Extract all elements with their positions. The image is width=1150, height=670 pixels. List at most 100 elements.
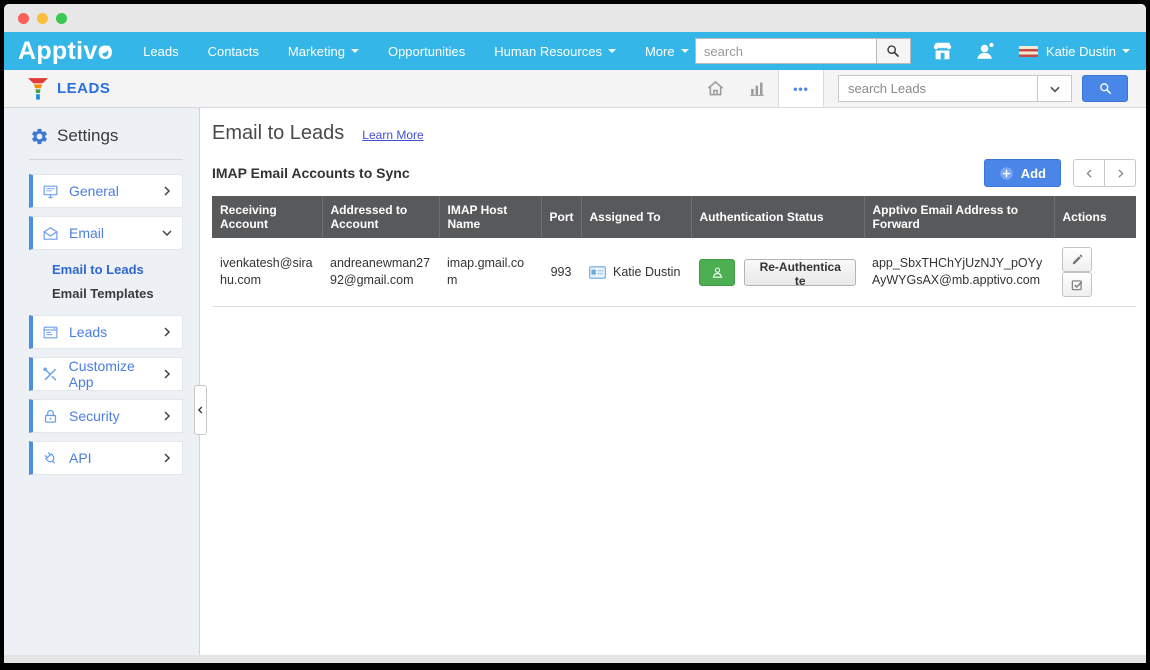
add-button-label: Add — [1021, 166, 1046, 181]
language-flag-icon[interactable] — [1019, 46, 1038, 57]
sidebar-item-security[interactable]: Security — [29, 399, 183, 433]
app-name: LEADS — [57, 80, 110, 97]
caret-down-icon — [1122, 49, 1130, 53]
global-search-button[interactable] — [877, 38, 911, 64]
cell-receiving-account: ivenkatesh@sirahu.com — [212, 238, 322, 307]
verify-account-button[interactable] — [1062, 272, 1092, 297]
close-window-button[interactable] — [18, 13, 29, 24]
search-icon — [885, 43, 901, 59]
sidebar-subitem-email-templates[interactable]: Email Templates — [52, 286, 199, 301]
app-title: LEADS — [4, 70, 110, 107]
section-controls: Add — [984, 159, 1136, 187]
app-store-icon[interactable] — [931, 40, 954, 62]
user-notifications-icon[interactable] — [974, 40, 997, 62]
previous-page-button[interactable] — [1073, 159, 1105, 187]
nav-item-leads[interactable]: Leads — [143, 44, 178, 59]
learn-more-link[interactable]: Learn More — [362, 128, 423, 142]
sidebar-collapse-handle[interactable] — [194, 385, 207, 435]
more-apps-button[interactable]: ••• — [778, 70, 824, 107]
page-title-row: Email to Leads Learn More — [212, 122, 1136, 145]
nav-item-label: More — [645, 44, 675, 59]
table-header-row: Receiving Account Addressed to Account I… — [212, 196, 1136, 238]
search-filter-dropdown[interactable] — [1037, 76, 1071, 101]
section-header: IMAP Email Accounts to Sync Add — [212, 159, 1136, 187]
leads-card-icon — [42, 324, 59, 341]
user-name-label: Katie Dustin — [1046, 44, 1116, 59]
nav-item-more[interactable]: More — [645, 44, 689, 59]
apptivo-logo[interactable]: Apptivo — [18, 37, 127, 66]
user-menu[interactable]: Katie Dustin — [1046, 44, 1130, 59]
home-icon — [706, 79, 725, 98]
next-page-button[interactable] — [1104, 159, 1136, 187]
sidebar-item-api[interactable]: API — [29, 441, 183, 475]
chevron-right-icon — [1115, 167, 1126, 180]
top-navbar: Apptivo Leads Contacts Marketing Opportu… — [4, 32, 1146, 70]
home-button[interactable] — [694, 70, 736, 107]
email-submenu: Email to Leads Email Templates — [4, 258, 199, 311]
navbar-right: Katie Dustin — [695, 38, 1130, 64]
nav-item-marketing[interactable]: Marketing — [288, 44, 359, 59]
cell-actions — [1054, 238, 1136, 307]
main-panel: Email to Leads Learn More IMAP Email Acc… — [200, 108, 1146, 655]
column-header-forward-address: Apptivo Email Address to Forward — [864, 196, 1054, 238]
bar-chart-icon — [748, 79, 767, 98]
plus-circle-icon — [999, 166, 1014, 181]
nav-item-contacts[interactable]: Contacts — [208, 44, 259, 59]
maximize-window-button[interactable] — [56, 13, 67, 24]
settings-sidebar: Settings General Email Email to Leads Em… — [4, 108, 200, 655]
auth-status-badge[interactable] — [699, 259, 735, 286]
cell-imap-host: imap.gmail.com — [439, 238, 541, 307]
plug-icon — [42, 450, 59, 467]
section-title: IMAP Email Accounts to Sync — [212, 165, 410, 181]
caret-down-icon — [351, 49, 359, 53]
imap-accounts-table: Receiving Account Addressed to Account I… — [212, 196, 1136, 307]
app-search-field — [838, 75, 1072, 102]
nav-item-label: Human Resources — [494, 44, 602, 59]
cell-assigned-to: Katie Dustin — [581, 238, 691, 307]
gear-icon — [30, 127, 49, 146]
leaf-icon — [98, 32, 111, 61]
sidebar-subitem-email-to-leads[interactable]: Email to Leads — [52, 262, 199, 277]
nav-menu: Leads Contacts Marketing Opportunities H… — [143, 44, 688, 59]
reports-button[interactable] — [736, 70, 778, 107]
window-titlebar — [4, 4, 1146, 32]
content-area: Settings General Email Email to Leads Em… — [4, 108, 1146, 655]
sidebar-item-label: Email — [69, 225, 104, 241]
app-search-button[interactable] — [1082, 75, 1128, 102]
sidebar-item-leads[interactable]: Leads — [29, 315, 183, 349]
sidebar-item-general[interactable]: General — [29, 174, 183, 208]
chevron-down-icon — [161, 227, 173, 239]
add-account-button[interactable]: Add — [984, 159, 1061, 187]
nav-item-label: Leads — [143, 44, 178, 59]
sidebar-item-email[interactable]: Email — [29, 216, 183, 250]
minimize-window-button[interactable] — [37, 13, 48, 24]
column-header-addressed-to-account: Addressed to Account — [322, 196, 439, 238]
caret-down-icon — [681, 49, 689, 53]
cell-forward-email: app_SbxTHChYjUzNJY_pOYyAyWYGsAX@mb.appti… — [864, 238, 1054, 307]
sidebar-item-customize-app[interactable]: Customize App — [29, 357, 183, 391]
cell-authentication-status: Re-Authenticate — [691, 238, 864, 307]
re-authenticate-button[interactable]: Re-Authenticate — [744, 259, 856, 286]
app-search-input[interactable] — [839, 76, 1037, 101]
nav-item-label: Marketing — [288, 44, 345, 59]
nav-item-opportunities[interactable]: Opportunities — [388, 44, 465, 59]
nav-item-label: Opportunities — [388, 44, 465, 59]
caret-down-icon — [608, 49, 616, 53]
leads-funnel-icon — [28, 77, 48, 101]
chevron-left-icon — [196, 404, 205, 416]
pagination — [1073, 159, 1136, 187]
column-header-authentication-status: Authentication Status — [691, 196, 864, 238]
chevron-right-icon — [161, 326, 173, 338]
app-search-area — [824, 70, 1146, 107]
id-card-icon — [589, 266, 606, 279]
column-header-assigned-to: Assigned To — [581, 196, 691, 238]
tools-icon — [42, 366, 59, 383]
checkbox-check-icon — [1070, 278, 1084, 292]
edit-account-button[interactable] — [1062, 247, 1092, 272]
lock-icon — [42, 408, 59, 425]
chevron-right-icon — [161, 368, 173, 380]
nav-item-human-resources[interactable]: Human Resources — [494, 44, 616, 59]
overflow-dots: ••• — [793, 82, 809, 96]
column-header-actions: Actions — [1054, 196, 1136, 238]
global-search-input[interactable] — [695, 38, 877, 64]
